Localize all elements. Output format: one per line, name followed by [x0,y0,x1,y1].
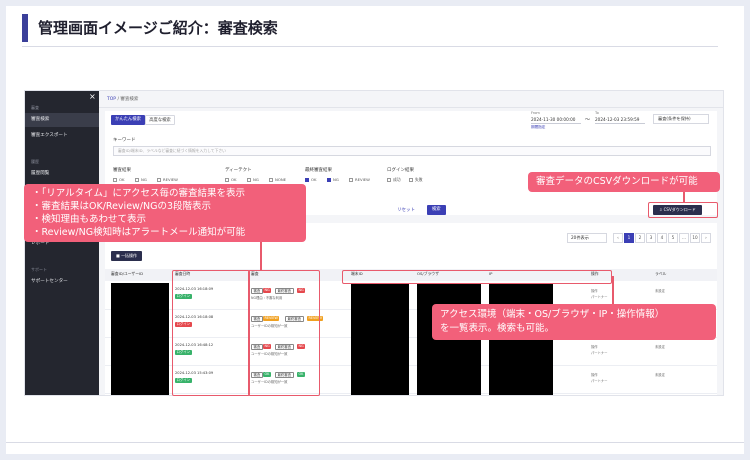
filter-group-label: ディーテクト [225,168,252,173]
footer-divider [6,442,744,443]
checkbox-checked-icon [327,178,331,182]
next-page-icon[interactable]: › [701,233,711,243]
filter-group-label: 審査結果 [113,168,131,173]
sidebar-item[interactable]: サポートセンター [25,275,99,289]
page-button[interactable]: … [679,233,689,243]
filter-checkbox[interactable]: 失敗 [409,177,423,183]
row-label: 未設定 [655,373,665,377]
checkbox-icon [225,178,229,182]
sort-select[interactable]: 審査(条件を保持) [653,114,709,124]
row-label: 未設定 [655,289,665,293]
date-from-input[interactable]: 2024-11-30 00:00:00 [531,115,581,124]
sidebar-item[interactable]: 履歴閲覧 [25,167,99,181]
breadcrumb: TOP / 審査検索 [107,97,139,102]
filter-checkbox[interactable]: REVIEW [349,177,370,182]
checkbox-icon [157,178,161,182]
filter-group-label: 最終審査結果 [305,168,332,173]
page-button[interactable]: 4 [657,233,667,243]
row-operation: 操作 [591,289,598,293]
row-label: 未設定 [655,345,665,349]
page-button[interactable]: 3 [646,233,656,243]
sidebar: × 審査審査検索審査エクスポート履歴履歴閲覧ユーザー表示出分析ダッシュボードレポ… [25,91,99,395]
title-divider [22,46,718,47]
page-button[interactable]: 2 [635,233,645,243]
filter-checkbox[interactable]: OK [305,177,316,182]
row-operation: 操作 [591,373,598,377]
redacted-user-id [111,283,169,395]
filter-checkbox[interactable]: NG [135,177,147,182]
checkbox-icon [247,178,251,182]
checkbox-icon [269,178,273,182]
checkbox-checked-icon [305,178,309,182]
page-button[interactable]: 10 [690,233,700,243]
checkbox-icon [113,178,117,182]
breadcrumb-current: 審査検索 [120,97,139,102]
filter-checkbox[interactable]: 成功 [387,177,401,183]
filter-checkbox[interactable]: OK [113,177,124,182]
checkbox-icon [349,178,353,182]
reset-button[interactable]: リセット [397,207,415,213]
page-button[interactable]: 1 [624,233,634,243]
home-icon[interactable]: TOP [107,97,116,102]
title-accent-bar [22,14,28,42]
filter-checkbox[interactable]: NG [247,177,259,182]
date-range-link[interactable]: 期間指定 [531,125,545,130]
page-button[interactable]: 5 [668,233,678,243]
redacted-device-id [351,283,409,395]
filter-checkbox[interactable]: NONE [269,177,286,182]
callout-access-env: アクセス環境（端末・OS/ブラウザ・IP・操作情報） を一覧表示。検索も可能。 [432,304,716,340]
bulk-icon: ■ [116,253,120,258]
highlight-review-column [248,270,320,396]
app-screenshot: × 審査審査検索審査エクスポート履歴履歴閲覧ユーザー表示出分析ダッシュボードレポ… [24,90,724,396]
date-to-input[interactable]: 2024-12-03 23:59:59 [595,115,645,124]
keyword-input[interactable]: 審査ID/端末ID、ラベルなど審査に紐づく情報を入力して下さい [113,146,711,156]
filter-checkbox[interactable]: NG [327,177,339,182]
callout-realtime: ・「リアルタイム」にアクセス毎の審査結果を表示 ・審査結果はOK/Review/… [24,184,306,242]
tab-simple-search[interactable]: かんたん検索 [111,115,145,125]
checkbox-icon [387,178,391,182]
callout-csv: 審査データのCSVダウンロードが可能 [528,172,720,192]
highlight-date-column [172,270,250,396]
filter-group-label: ログイン結果 [387,168,414,173]
prev-page-icon[interactable]: ‹ [613,233,623,243]
sidebar-item[interactable]: 審査エクスポート [25,129,99,143]
checkbox-icon [409,178,413,182]
per-page-select[interactable]: 20件表示 [567,233,607,243]
keyword-label: キーワード [113,138,136,143]
row-operation-detail: パートナー [591,295,608,299]
row-operation: 操作 [591,345,598,349]
row-operation-detail: パートナー [591,351,608,355]
sidebar-item[interactable]: 審査検索 [25,113,99,127]
bulk-action-button[interactable]: ■ 一括操作 [111,251,143,261]
highlight-csv-button [648,202,718,218]
search-button[interactable]: 検索 [427,205,446,215]
tab-advanced-search[interactable]: 高度な検索 [145,115,175,125]
checkbox-icon [135,178,139,182]
close-icon[interactable]: × [89,92,96,101]
filter-checkbox[interactable]: REVIEW [157,177,178,182]
highlight-env-columns [342,270,612,284]
filter-checkbox[interactable]: OK [225,177,236,182]
row-operation-detail: パートナー [591,379,608,383]
slide-title: 管理画面イメージご紹介：審査検索 [38,19,278,37]
